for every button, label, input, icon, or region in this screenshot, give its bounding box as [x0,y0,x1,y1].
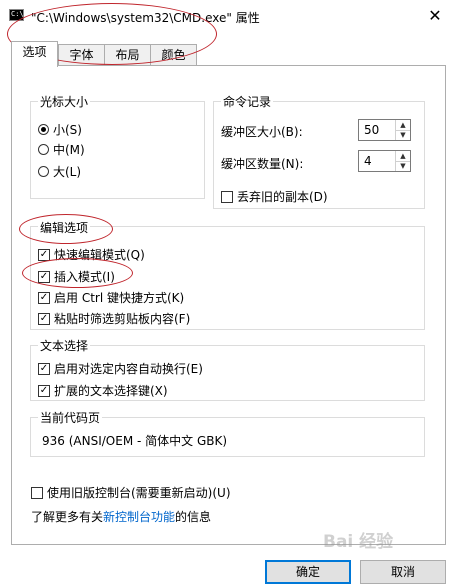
checkbox-checked-icon [38,248,50,261]
radio-selected-icon [38,124,49,135]
discard-duplicates-checkbox[interactable]: 丢弃旧的副本(D) [221,188,328,205]
text-selection-group-title: 文本选择 [38,337,91,354]
buffer-size-label: 缓冲区大小(B): [221,125,303,139]
checkbox-checked-icon [38,291,50,304]
filter-clipboard-checkbox[interactable]: 粘贴时筛选剪贴板内容(F) [38,310,190,327]
ctrl-shortcuts-checkbox[interactable]: 启用 Ctrl 键快捷方式(K) [38,289,184,306]
annotation-ellipse-insert-mode [22,258,133,288]
legacy-console-checkbox[interactable]: 使用旧版控制台(需要重新启动)(U) [31,484,231,501]
cursor-size-group-title: 光标大小 [38,93,91,110]
radio-icon [38,144,49,155]
cursor-large-radio[interactable]: 大(L) [38,163,81,180]
buffer-count-spinner[interactable]: 4 ▲ ▼ [358,150,411,172]
buffer-count-value[interactable]: 4 [364,154,372,168]
extended-selection-keys-checkbox[interactable]: 扩展的文本选择键(X) [38,382,168,399]
cursor-medium-radio[interactable]: 中(M) [38,141,85,158]
cursor-small-radio[interactable]: 小(S) [38,121,82,138]
buffer-size-value[interactable]: 50 [364,123,379,137]
checkbox-checked-icon [38,384,50,397]
code-page-group-title: 当前代码页 [38,409,103,426]
cancel-button[interactable]: 取消 [360,560,446,584]
ok-button[interactable]: 确定 [265,560,351,584]
close-button[interactable]: ✕ [422,4,448,28]
code-page-value: 936 (ANSI/OEM - 简体中文 GBK) [42,434,228,448]
checkbox-unchecked-icon [31,486,43,499]
command-history-group-title: 命令记录 [221,93,274,110]
spin-down-icon[interactable]: ▼ [396,130,410,140]
checkbox-checked-icon [38,312,50,325]
learn-more-text: 了解更多有关新控制台功能的信息 [31,510,212,524]
radio-icon [38,166,49,177]
buffer-count-label: 缓冲区数量(N): [221,157,304,171]
checkbox-checked-icon [38,362,50,375]
buffer-size-spinner[interactable]: 50 ▲ ▼ [358,119,411,141]
annotation-ellipse-edit-options [19,214,113,244]
spin-down-icon[interactable]: ▼ [396,161,410,171]
line-wrap-selection-checkbox[interactable]: 启用对选定内容自动换行(E) [38,360,203,377]
baidu-watermark: Bai 经验 [323,532,394,552]
tab-options[interactable]: 选项 [11,41,58,67]
checkbox-unchecked-icon [221,190,233,203]
new-console-features-link[interactable]: 新控制台功能 [103,510,175,524]
